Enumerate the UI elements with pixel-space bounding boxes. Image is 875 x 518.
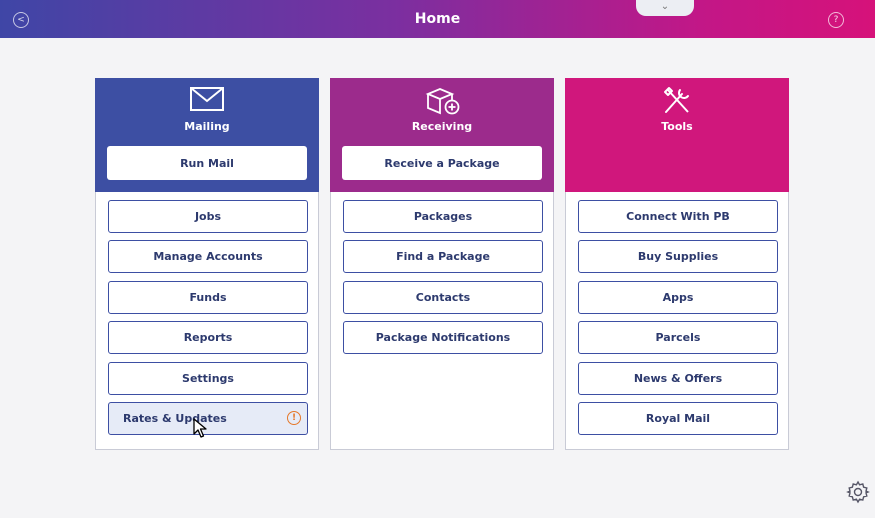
mailing-header: Mailing Run Mail <box>95 78 319 192</box>
receiving-panel: Receiving Receive a Package Packages Fin… <box>330 78 554 450</box>
buy-supplies-button[interactable]: Buy Supplies <box>578 240 778 273</box>
gear-icon[interactable] <box>846 480 870 508</box>
royal-mail-button[interactable]: Royal Mail <box>578 402 778 435</box>
connect-with-pb-button[interactable]: Connect With PB <box>578 200 778 233</box>
package-add-icon <box>330 86 554 116</box>
contacts-button[interactable]: Contacts <box>343 281 543 314</box>
page-title: Home <box>414 11 461 27</box>
tools-header: Tools <box>565 78 789 192</box>
reports-button[interactable]: Reports <box>108 321 308 354</box>
mailing-title: Mailing <box>184 120 230 133</box>
envelope-icon <box>95 86 319 116</box>
help-icon[interactable]: ? <box>828 12 844 28</box>
news-offers-button[interactable]: News & Offers <box>578 362 778 395</box>
mouse-cursor-icon <box>193 418 207 442</box>
jobs-button[interactable]: Jobs <box>108 200 308 233</box>
receiving-title: Receiving <box>411 120 473 133</box>
tools-panel: Tools Connect With PB Buy Supplies Apps … <box>565 78 789 450</box>
pulldown-tab[interactable]: ⌄ <box>636 0 694 16</box>
rates-updates-button[interactable]: Rates & Updates ! <box>108 402 308 435</box>
apps-button[interactable]: Apps <box>578 281 778 314</box>
chevron-down-icon: ⌄ <box>660 1 670 12</box>
packages-button[interactable]: Packages <box>343 200 543 233</box>
settings-button[interactable]: Settings <box>108 362 308 395</box>
receiving-header: Receiving Receive a Package <box>330 78 554 192</box>
tools-title: Tools <box>661 120 693 133</box>
package-notifications-button[interactable]: Package Notifications <box>343 321 543 354</box>
top-bar: < Home ⌄ ? <box>0 0 875 38</box>
receive-package-button[interactable]: Receive a Package <box>342 146 542 180</box>
manage-accounts-button[interactable]: Manage Accounts <box>108 240 308 273</box>
tools-icon <box>565 86 789 116</box>
run-mail-button[interactable]: Run Mail <box>107 146 307 180</box>
funds-button[interactable]: Funds <box>108 281 308 314</box>
find-package-button[interactable]: Find a Package <box>343 240 543 273</box>
parcels-button[interactable]: Parcels <box>578 321 778 354</box>
alert-icon: ! <box>287 411 301 425</box>
rates-updates-label: Rates & Updates <box>123 412 227 425</box>
mailing-panel: Mailing Run Mail Jobs Manage Accounts Fu… <box>95 78 319 450</box>
